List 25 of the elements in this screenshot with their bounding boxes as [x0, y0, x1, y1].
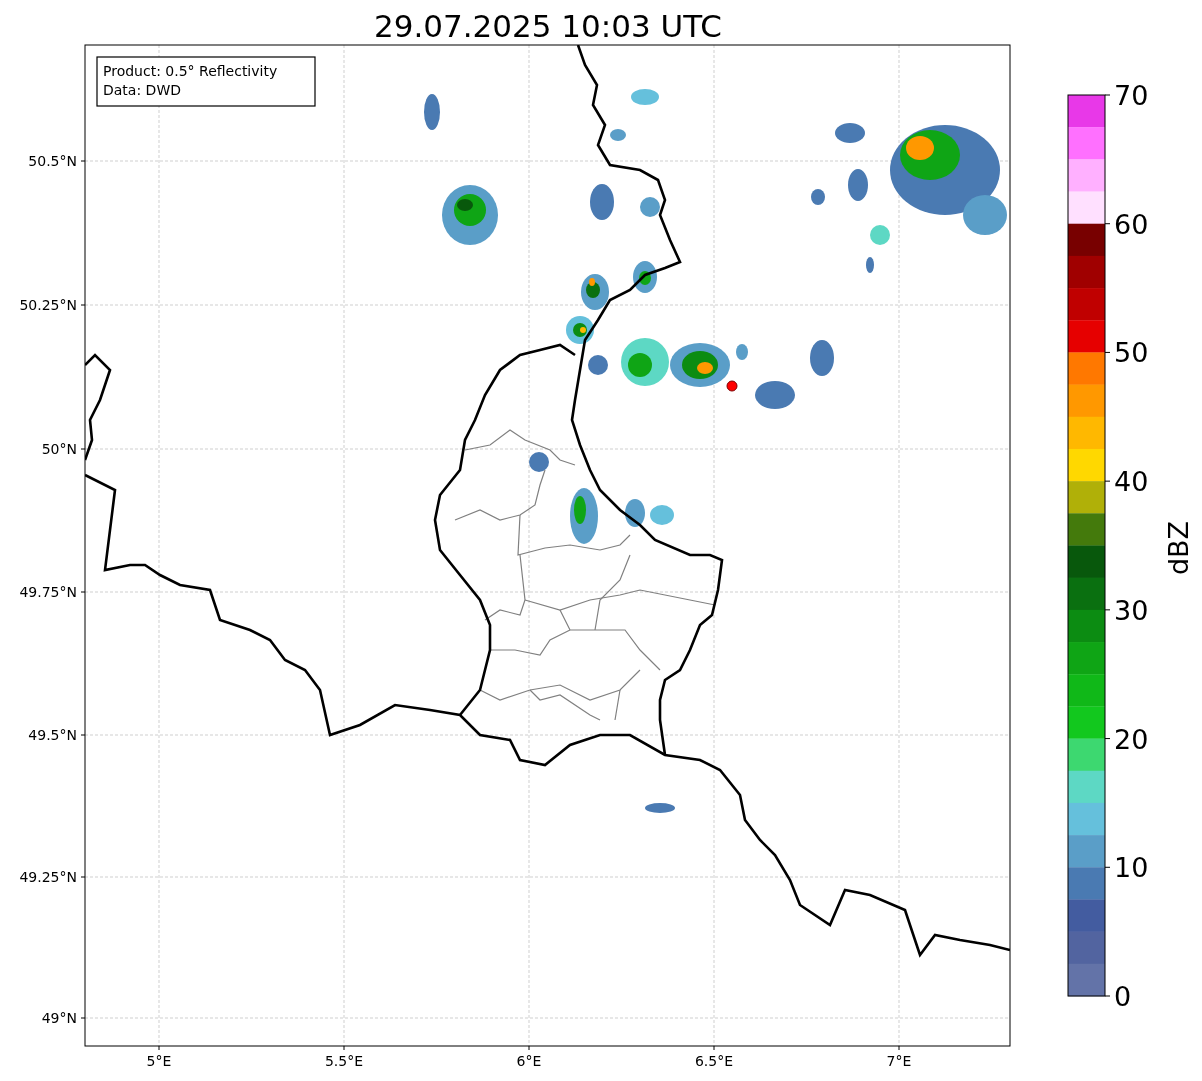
- tick-label: 5°E: [146, 1053, 172, 1069]
- radar-site-marker: [726, 380, 738, 392]
- chart-title: 29.07.2025 10:03 UTC: [374, 8, 722, 44]
- tick-label: 6°E: [516, 1053, 542, 1069]
- tick-label: 49.25°N: [19, 869, 77, 885]
- colorbar-tick-label: 30: [1114, 594, 1149, 626]
- tick-label: 49.75°N: [19, 584, 77, 600]
- tick-label: 49°N: [41, 1010, 77, 1026]
- tick-label: 50°N: [41, 441, 77, 457]
- tick-label: 50.25°N: [19, 297, 77, 313]
- tick-label: 49.5°N: [28, 727, 77, 743]
- colorbar-tick-label: 70: [1114, 80, 1149, 111]
- colorbar-tick-label: 20: [1114, 723, 1149, 755]
- colorbar-tick-label: 50: [1114, 337, 1149, 369]
- colorbar-tick-label: 40: [1114, 466, 1149, 498]
- colorbar-tick-label: 10: [1114, 852, 1149, 884]
- legend-text: Product: 0.5° Reflectivity: [103, 63, 278, 79]
- tick-label: 50.5°N: [28, 153, 77, 169]
- tick-label: 5.5°E: [324, 1053, 364, 1069]
- colorbar-tick-label: 0: [1114, 981, 1132, 1012]
- tick-label: 7°E: [886, 1053, 912, 1069]
- colorbar-tick-label: 60: [1114, 208, 1149, 240]
- legend-text: Data: DWD: [103, 82, 181, 98]
- tick-label: 6.5°E: [694, 1053, 734, 1069]
- colorbar-label: dBZ: [1163, 520, 1194, 576]
